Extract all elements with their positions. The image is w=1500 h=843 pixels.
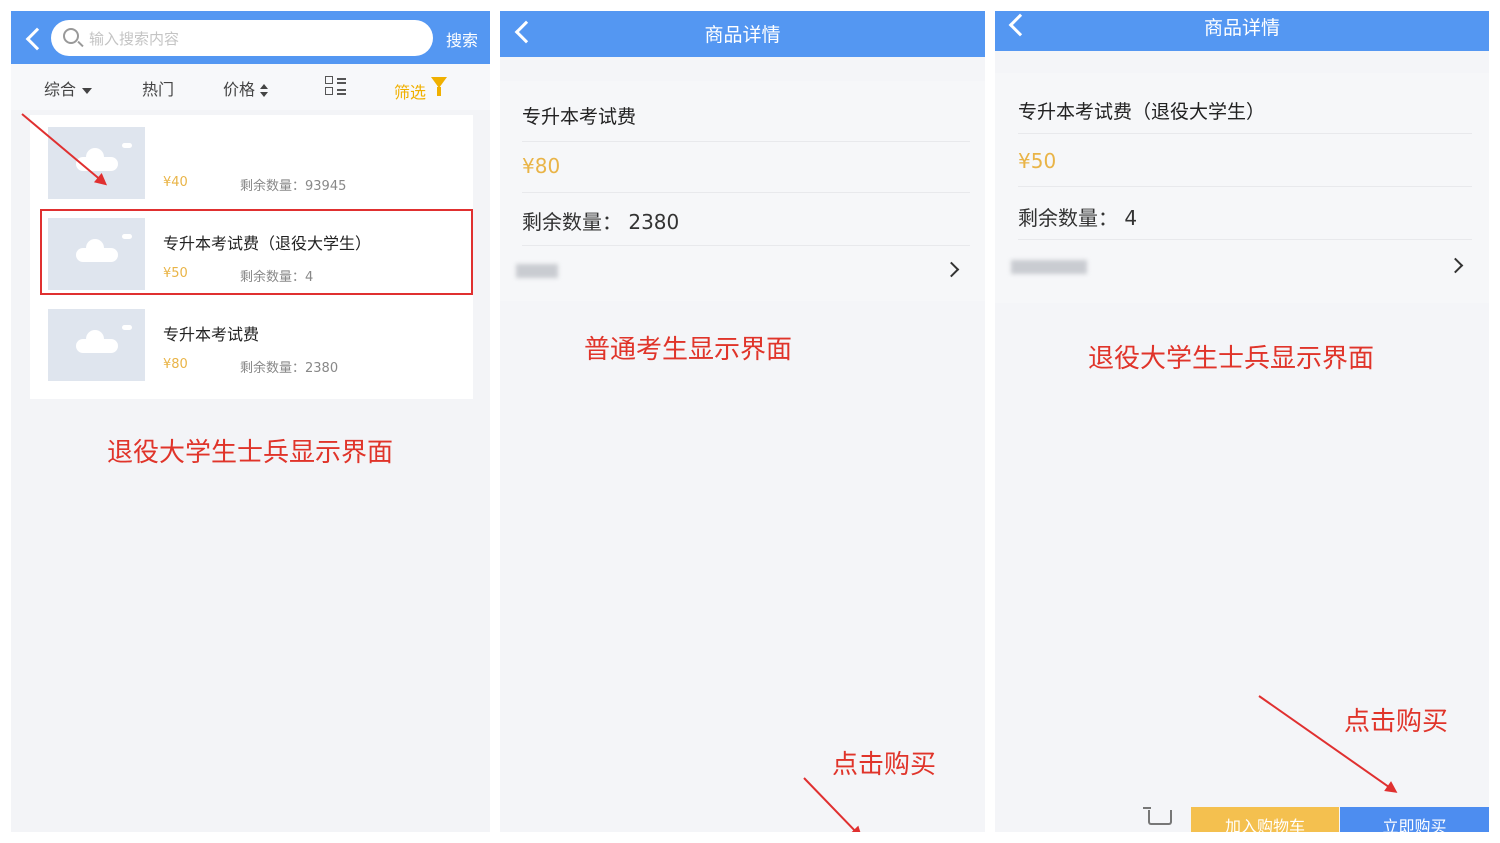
page-title: 商品详情 [1203,17,1280,39]
product-list-screen: 搜索 综合 热门 价格 筛选 ¥40 剩余数量：93945 专升本考试费（退役大… [11,11,490,832]
product-stock: 剩余数量： 2380 [522,210,680,234]
divider [1018,133,1472,134]
page-title: 商品详情 [704,24,781,46]
product-stock: 剩余数量：2380 [240,361,339,376]
search-button[interactable]: 搜索 [446,27,478,51]
product-name: 专升本考试费 [163,325,260,344]
detail-header: 商品详情 [500,11,985,57]
filter-bar: 综合 热门 价格 筛选 [11,64,490,110]
click-hint-label: 点击购买 [1344,707,1449,737]
click-hint-label: 点击购买 [832,750,937,780]
option-row[interactable] [995,247,1489,283]
detail-header: 商品详情 [995,11,1489,51]
product-price: ¥40 [163,175,188,190]
chevron-right-icon [943,261,960,278]
product-name: 专升本考试费 [522,106,637,128]
tab-price-label: 价格 [223,80,256,99]
blurred-content [1011,260,1087,274]
buy-now-button[interactable]: 立即购买 [1340,807,1489,832]
product-thumbnail [48,127,145,199]
annotation-label: 退役大学生士兵显示界面 [1088,344,1375,374]
option-row[interactable] [500,251,985,287]
product-stock: 剩余数量：93945 [240,179,347,194]
product-price: ¥50 [1018,149,1057,173]
tab-comprehensive[interactable]: 综合 [44,76,93,100]
annotation-label: 普通考生显示界面 [584,335,793,365]
divider [1018,239,1472,240]
search-box[interactable] [51,20,433,56]
detail-screen-veteran: 商品详情 专升本考试费（退役大学生） ¥50 剩余数量： 4 退役大学生士兵显示… [995,11,1489,832]
highlight-box [40,209,473,295]
tab-price[interactable]: 价格 [223,76,270,100]
product-thumbnail [48,309,145,381]
layout-toggle-icon[interactable] [325,76,347,96]
list-item[interactable]: 专升本考试费 ¥80 剩余数量：2380 [30,301,473,389]
filter-button[interactable]: 筛选 [394,79,426,103]
detail-screen-regular: 商品详情 专升本考试费 ¥80 剩余数量： 2380 普通考生显示界面 点击购买 [500,11,985,832]
cart-icon[interactable] [1143,807,1172,825]
annotation-label: 退役大学生士兵显示界面 [107,438,394,468]
divider [522,245,970,246]
sort-icon [260,83,270,98]
list-header: 搜索 [11,11,490,64]
bottom-action-bar: 加入购物车 立即购买 [995,807,1489,832]
blurred-content [516,264,558,278]
divider [522,192,970,193]
search-input[interactable] [87,26,421,52]
divider [522,141,970,142]
funnel-icon[interactable] [431,77,447,96]
image-placeholder-icon [76,325,132,353]
annotation-arrow [803,777,861,832]
caret-down-icon [82,87,93,94]
list-item[interactable]: ¥40 剩余数量：93945 [30,119,473,207]
tab-comprehensive-label: 综合 [44,80,77,99]
search-icon [63,28,79,44]
product-price: ¥80 [522,154,561,178]
product-name: 专升本考试费（退役大学生） [1018,101,1266,123]
chevron-right-icon [1447,257,1464,274]
tab-hot[interactable]: 热门 [142,76,174,100]
divider [1018,186,1472,187]
back-arrow-icon[interactable] [25,27,49,51]
add-to-cart-button[interactable]: 加入购物车 [1191,807,1339,832]
product-stock: 剩余数量： 4 [1018,206,1138,230]
product-price: ¥80 [163,357,188,372]
